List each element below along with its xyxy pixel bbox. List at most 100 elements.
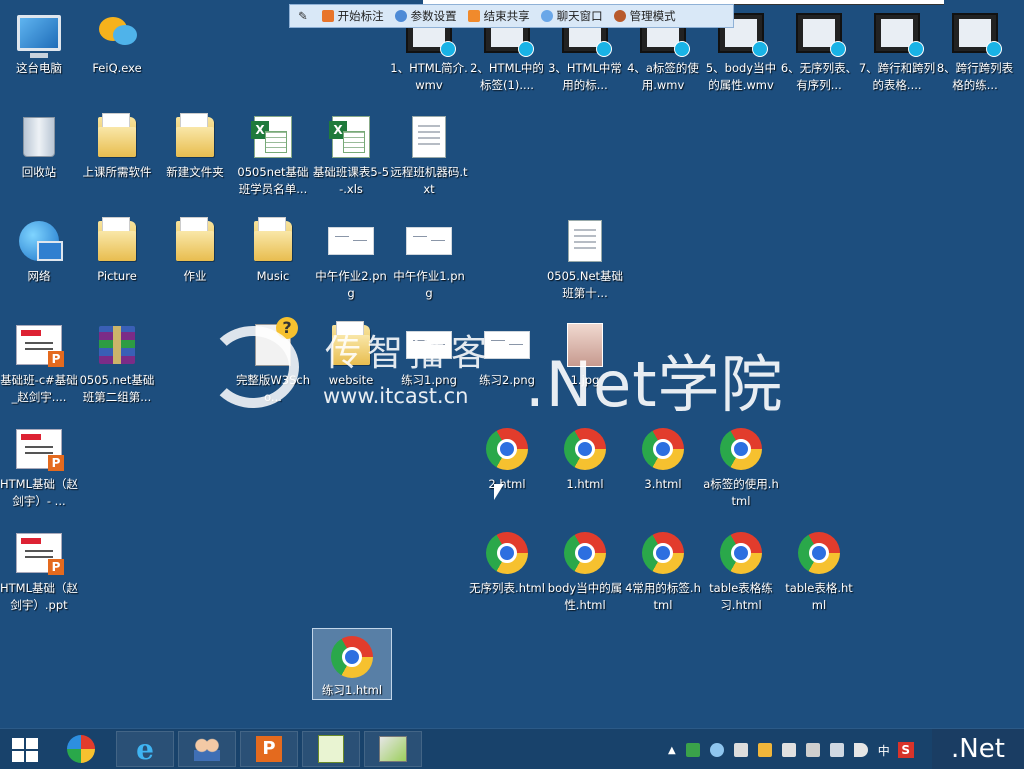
archive-icon — [99, 326, 135, 364]
icon-label: table表格.html — [785, 581, 853, 612]
volume-icon[interactable] — [853, 743, 868, 757]
desktop-icon-unordered-list-html[interactable]: 无序列表.html — [468, 524, 546, 597]
chat-icon — [540, 10, 553, 22]
desktop-icon-noon-homework-2[interactable]: 中午作业2.png — [312, 212, 390, 302]
folder-icon — [176, 113, 214, 157]
icon-label: 6、无序列表、有序列... — [780, 61, 858, 92]
icon-label: 基础班课表5-5-.xls — [312, 165, 390, 196]
icon-label: 无序列表.html — [469, 581, 545, 595]
desktop: 这台电脑 回收站 网络 P 基础班-c#基础_赵剑宇.... P HTML基础（… — [0, 0, 1024, 728]
desktop-icon-feiq[interactable]: FeiQ.exe — [78, 4, 156, 77]
desktop-icon-1-html[interactable]: 1.html — [546, 420, 624, 493]
image-file-icon — [406, 331, 452, 359]
desktop-icon-exercise2-png[interactable]: 练习2.png — [468, 316, 546, 389]
desktop-icon-2-html[interactable]: 2.html — [468, 420, 546, 493]
desktop-icon-software-folder[interactable]: 上课所需软件 — [78, 108, 156, 181]
desktop-icon-network[interactable]: 网络 — [0, 212, 78, 285]
admin-mode-button[interactable]: 管理模式 — [613, 8, 676, 24]
pin-icon[interactable]: ✎ — [298, 9, 308, 23]
user-icon — [613, 10, 626, 22]
sogou-input-icon[interactable]: S — [897, 742, 914, 758]
desktop-icon-this-pc[interactable]: 这台电脑 — [0, 4, 78, 77]
device-icon[interactable] — [805, 743, 820, 757]
taskbar-wps-presentation[interactable]: P — [240, 731, 298, 767]
desktop-icon-video-6[interactable]: 6、无序列表、有序列... — [780, 4, 858, 94]
icon-label: 上课所需软件 — [82, 165, 152, 179]
desktop-icon-homework-folder[interactable]: 作业 — [156, 212, 234, 285]
document-file-icon — [568, 220, 602, 262]
taskbar-pinwheel-app[interactable] — [52, 731, 110, 767]
taskbar-notepad-plus[interactable] — [302, 731, 360, 767]
shield-icon[interactable] — [685, 743, 700, 757]
desktop-icon-website[interactable]: website — [312, 316, 390, 389]
flag-icon[interactable] — [781, 743, 796, 757]
desktop-icon-common-tags-html[interactable]: 4常用的标签.html — [624, 524, 702, 614]
taskbar: e P ▲ 中 S .Net — [0, 728, 1024, 769]
excel-file-icon: X — [329, 116, 370, 158]
desktop-icon-music[interactable]: Music — [234, 212, 312, 285]
icon-label: 远程班机器码.txt — [390, 165, 468, 196]
desktop-icon-picture[interactable]: Picture — [78, 212, 156, 285]
desktop-icon-machine-code-txt[interactable]: 远程班机器码.txt — [390, 108, 468, 198]
internet-explorer-icon: e — [136, 732, 154, 766]
start-annotate-button[interactable]: 开始标注 — [321, 8, 384, 24]
video-file-icon — [796, 13, 846, 57]
icon-label: 4常用的标签.html — [625, 581, 701, 612]
network-status-icon[interactable] — [829, 743, 844, 757]
presentation-file-icon: P — [16, 429, 64, 471]
notepad-plus-icon — [318, 735, 344, 763]
desktop-icon-recycle-bin[interactable]: 回收站 — [0, 108, 78, 181]
desktop-icon-net-basic-doc[interactable]: 0505.Net基础班第十... — [546, 212, 624, 302]
icon-label: 练习2.png — [479, 373, 535, 387]
taskbar-installer[interactable] — [364, 731, 422, 767]
presentation-file-icon: P — [16, 325, 64, 367]
icon-label: 1.html — [566, 477, 604, 491]
chrome-html-icon — [720, 428, 762, 470]
film-icon[interactable] — [733, 743, 748, 757]
end-share-button[interactable]: 结束共享 — [467, 8, 530, 24]
icon-label: 3、HTML中常用的标... — [548, 61, 622, 92]
cloud-icon[interactable] — [709, 743, 724, 757]
ime-indicator[interactable]: 中 — [878, 742, 890, 759]
desktop-icon-video-8[interactable]: 8、跨行跨列表格的练... — [936, 4, 1014, 94]
taskbar-internet-explorer[interactable]: e — [116, 731, 174, 767]
desktop-icon-body-attr-html[interactable]: body当中的属性.html — [546, 524, 624, 614]
desktop-icon-table-exercise-html[interactable]: table表格练习.html — [702, 524, 780, 614]
show-hidden-icons-icon[interactable]: ▲ — [668, 745, 676, 756]
desktop-icon-table-html[interactable]: table表格.html — [780, 524, 858, 614]
icon-label: FeiQ.exe — [92, 61, 142, 75]
desktop-icon-ppt-html1[interactable]: P HTML基础（赵剑宇）- ... — [0, 420, 78, 510]
desktop-icon-a-tag-html[interactable]: a标签的使用.html — [702, 420, 780, 510]
icon-label: 中午作业1.png — [393, 269, 465, 300]
desktop-icon-student-list-xls[interactable]: X 0505net基础班学员名单... — [234, 108, 312, 198]
video-file-icon — [952, 13, 1002, 57]
chrome-html-icon — [798, 532, 840, 574]
chrome-html-icon — [642, 532, 684, 574]
desktop-icon-1-jpg[interactable]: 1.jpg — [546, 316, 624, 389]
pen-icon — [321, 10, 334, 22]
desktop-icon-ppt-csharp[interactable]: P 基础班-c#基础_赵剑宇.... — [0, 316, 78, 406]
desktop-icon-exercise1-png[interactable]: 练习1.png — [390, 316, 468, 389]
desktop-icon-w3school[interactable]: 完整版W3Scho... — [234, 316, 312, 406]
desktop-icon-schedule-xls[interactable]: X 基础班课表5-5-.xls — [312, 108, 390, 198]
icon-label: Music — [256, 269, 290, 283]
desktop-icon-noon-homework-1[interactable]: 中午作业1.png — [390, 212, 468, 302]
taskbar-feiq-users[interactable] — [178, 731, 236, 767]
start-button[interactable] — [12, 738, 38, 762]
chrome-html-icon — [564, 428, 606, 470]
desktop-icon-3-html[interactable]: 3.html — [624, 420, 702, 493]
photo-file-icon — [567, 323, 603, 367]
desktop-icon-ppt-html2[interactable]: P HTML基础（赵剑宇）.ppt — [0, 524, 78, 614]
desktop-icon-rar-archive[interactable]: 0505.net基础班第二组第... — [78, 316, 156, 406]
desktop-icon-exercise1-html-selected[interactable]: 练习1.html — [312, 628, 392, 700]
chat-window-button[interactable]: 聊天窗口 — [540, 8, 603, 24]
icon-label: 4、a标签的使用.wmv — [627, 61, 699, 92]
desktop-icon-new-folder[interactable]: 新建文件夹 — [156, 108, 234, 181]
folder-icon — [176, 217, 214, 261]
icon-label: 5、body当中的属性.wmv — [705, 61, 777, 92]
icon-label: 1、HTML简介.wmv — [390, 61, 468, 92]
settings-icon — [394, 10, 407, 22]
desktop-icon-video-7[interactable]: 7、跨行和跨列的表格.... — [858, 4, 936, 94]
lock-icon[interactable] — [757, 743, 772, 757]
settings-button[interactable]: 参数设置 — [394, 8, 457, 24]
